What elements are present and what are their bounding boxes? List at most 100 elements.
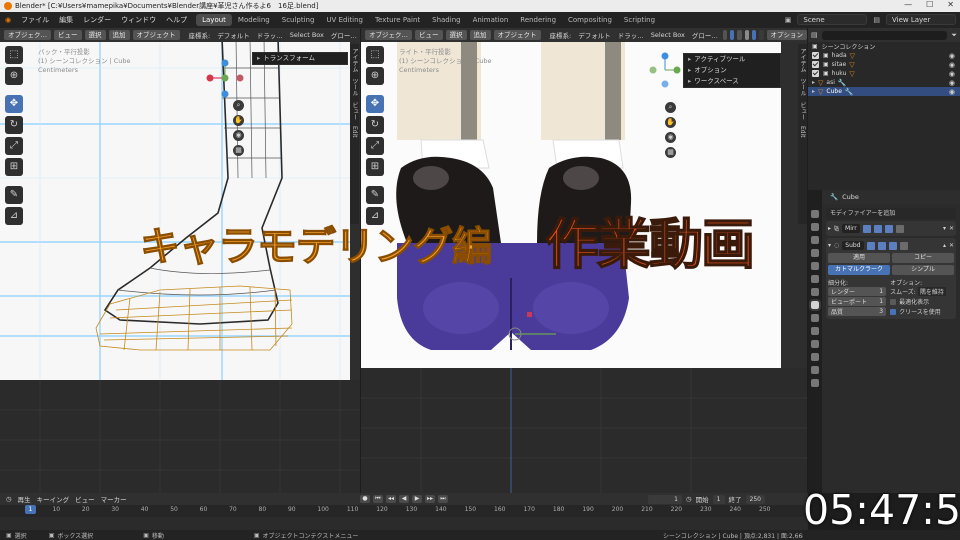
timeline-menu-view[interactable]: ビュー [75,494,95,504]
left-camera-icon[interactable]: ◉ [233,130,244,141]
right-menu-object[interactable]: オブジェクト [493,30,541,40]
transform-tool-icon[interactable]: ⊞ [5,158,23,176]
tab-texture-paint[interactable]: Texture Paint [369,14,426,26]
menu-window[interactable]: ウィンドウ [116,15,161,25]
cage-toggle-icon[interactable] [895,224,904,233]
subdivision-modifier-name[interactable]: Subd [842,241,864,250]
timeline-menu-playback[interactable]: 再生 [18,494,31,504]
tab-compositing[interactable]: Compositing [562,14,618,26]
left-tab-item[interactable]: アイテム [350,48,359,72]
right-shading-render-icon[interactable] [759,30,764,40]
menu-help[interactable]: ヘルプ [161,15,192,25]
tab-uv-editing[interactable]: UV Editing [320,14,369,26]
realtime-toggle-icon[interactable] [877,241,886,250]
viewport-levels-field[interactable]: ビューポート 1 [828,297,887,306]
visibility-checkbox[interactable] [812,61,819,68]
right-drag-selector[interactable]: ドラッ… [616,30,646,40]
left-menu-select[interactable]: 選択 [84,30,106,40]
left-tab-edit[interactable]: Edit [351,126,358,138]
right-tab-tool[interactable]: ツール [798,78,807,96]
right-global-selector[interactable]: グロー… [690,30,720,40]
render-tab-icon[interactable] [811,223,819,231]
outliner-scene-collection[interactable]: ▣ シーンコレクション [808,42,960,51]
tool-tab-icon[interactable] [811,210,819,218]
left-global-selector[interactable]: グロー… [329,30,359,40]
end-frame-field[interactable]: 250 [745,494,765,504]
render-levels-field[interactable]: レンダー 1 [828,287,887,296]
collapse-arrow-icon[interactable]: ▸ [828,225,831,232]
remove-modifier-icon[interactable]: ✕ [949,242,954,249]
render-toggle-icon[interactable] [888,241,897,250]
scene-tab-icon[interactable] [811,262,819,270]
realtime-toggle-icon[interactable] [873,224,882,233]
move-up-icon[interactable]: ▴ [943,242,946,249]
play-reverse-icon[interactable]: ◀ [399,495,409,503]
visibility-checkbox[interactable] [812,52,819,59]
tab-shading[interactable]: Shading [426,14,466,26]
right-select-box[interactable]: Select Box [649,31,687,39]
select-box-tool-icon[interactable]: ⬚ [366,46,384,64]
left-pivot-default[interactable]: デフォルト [215,30,252,40]
play-icon[interactable]: ▶ [412,495,422,503]
eye-icon[interactable]: ◉ [949,88,955,96]
blender-menu-icon[interactable]: ◉ [0,16,16,24]
tab-modeling[interactable]: Modeling [232,14,276,26]
edit-mode-toggle-icon[interactable] [862,224,871,233]
right-menu-add[interactable]: 追加 [469,30,491,40]
right-menu-view[interactable]: ビュー [415,30,443,40]
left-tab-tool[interactable]: ツール [350,78,359,96]
tab-rendering[interactable]: Rendering [514,14,562,26]
left-mode-selector[interactable]: オブジェク… [4,30,51,40]
particles-tab-icon[interactable] [811,314,819,322]
scene-selector[interactable]: Scene [797,14,868,25]
right-pivot-default[interactable]: デフォルト [576,30,613,40]
constraints-tab-icon[interactable] [811,340,819,348]
left-pan-icon[interactable]: ✋ [233,115,244,126]
left-grid-icon[interactable]: ▦ [233,145,244,156]
eye-icon[interactable]: ◉ [949,52,955,60]
eye-icon[interactable]: ◉ [949,70,955,78]
expand-arrow-icon[interactable]: ▸ [812,88,815,95]
output-tab-icon[interactable] [811,236,819,244]
right-tab-view[interactable]: ビュー [798,102,807,120]
current-frame-indicator[interactable]: 1 [25,505,36,514]
tab-scripting[interactable]: Scripting [618,14,661,26]
outliner-row-asi[interactable]: ▸ ▽ asi 🔧 ◉ [808,78,960,87]
left-tab-view[interactable]: ビュー [350,102,359,120]
right-proportional-icon[interactable] [730,30,735,40]
outliner-row-huku[interactable]: ▣ huku ▽ ◉ [808,69,960,78]
move-down-icon[interactable]: ▾ [943,225,946,232]
visibility-checkbox[interactable] [812,70,819,77]
smooth-uv-dropdown[interactable]: 隅を維持 [917,287,946,296]
left-popover-transform[interactable]: ▸ トランスフォーム [253,53,347,64]
physics-tab-icon[interactable] [811,327,819,335]
timeline-ruler[interactable]: 1 10 20 30 40 50 60 70 80 90 100 110 120 130 140 150 160… [0,505,808,517]
view-layer-tab-icon[interactable] [811,249,819,257]
tab-animation[interactable]: Animation [467,14,515,26]
right-tab-edit[interactable]: Edit [799,126,806,138]
right-options-button[interactable]: オプション [766,30,807,40]
copy-button[interactable]: コピー [892,253,954,263]
start-frame-field[interactable]: 1 [712,494,725,504]
cage-toggle-icon[interactable] [899,241,908,250]
data-tab-icon[interactable] [811,353,819,361]
left-menu-view[interactable]: ビュー [54,30,82,40]
cursor-tool-icon[interactable]: ⊕ [5,67,23,85]
view-layer-selector[interactable]: View Layer [886,14,956,25]
tab-layout[interactable]: Layout [196,14,232,26]
measure-tool-icon[interactable]: ⊿ [5,207,23,225]
popover-active-tool[interactable]: ▸ アクティブツール [684,54,780,65]
scale-tool-icon[interactable]: ⤢ [5,137,23,155]
outliner-row-cube[interactable]: ▸ ▽ Cube 🔧 ◉ [808,87,960,96]
add-modifier-dropdown[interactable]: モディファイアーを追加 [826,208,956,219]
record-icon[interactable]: ● [360,495,370,503]
object-tab-icon[interactable] [811,288,819,296]
menu-edit[interactable]: 編集 [54,15,78,25]
right-pan-icon[interactable]: ✋ [665,117,676,128]
rotate-tool-icon[interactable]: ↻ [366,116,384,134]
mirror-modifier-name[interactable]: Mirr [842,224,860,233]
eye-icon[interactable]: ◉ [949,79,955,87]
right-camera-icon[interactable]: ◉ [665,132,676,143]
right-shading-solid-icon[interactable] [744,30,749,40]
minimize-button[interactable]: — [904,0,912,9]
